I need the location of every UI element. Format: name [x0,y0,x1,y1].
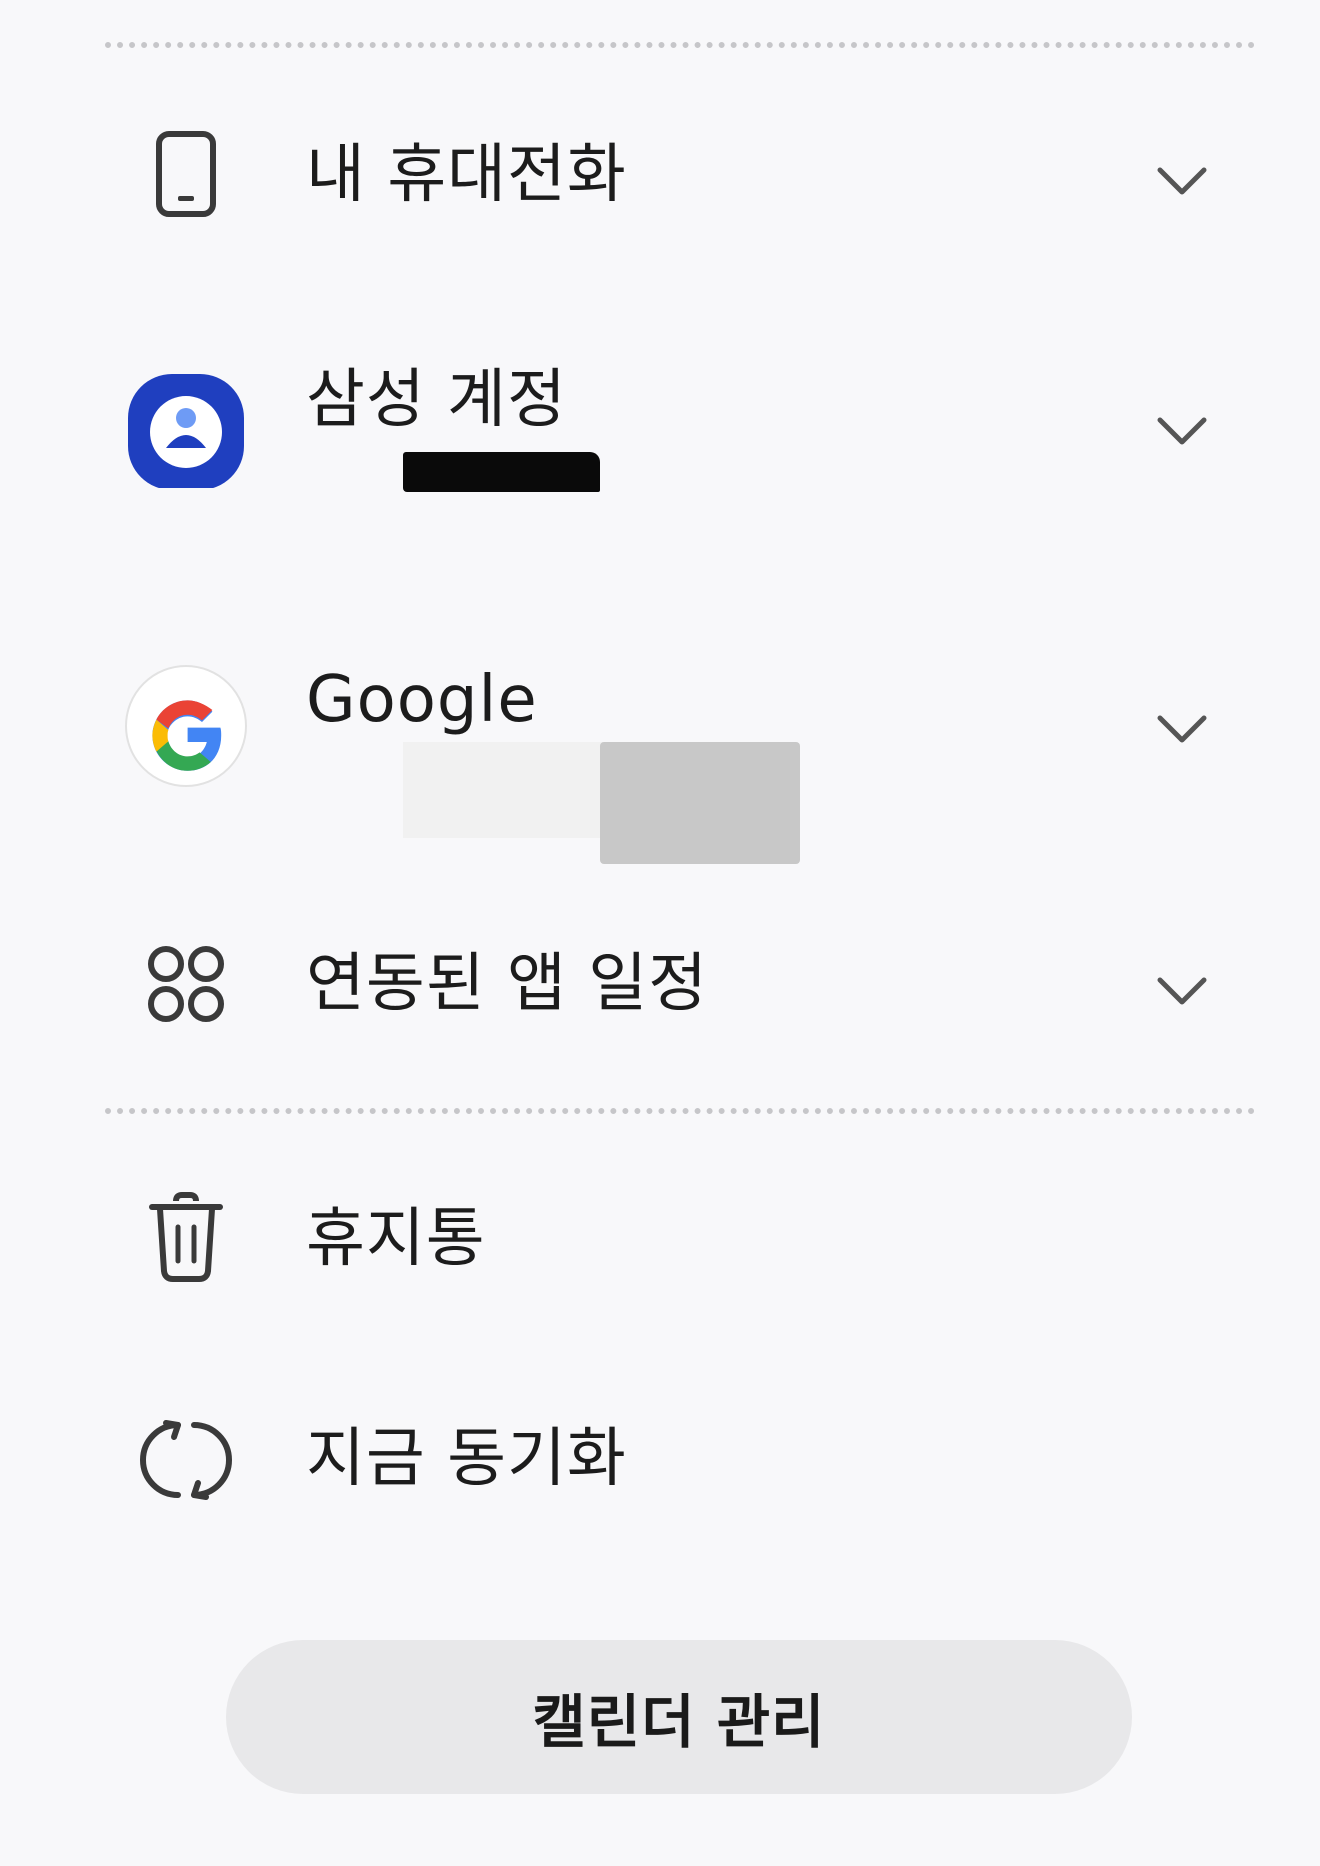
apps-icon [122,920,250,1048]
drawer-item-google[interactable]: Google [0,660,1320,880]
chevron-down-icon[interactable] [1150,958,1214,1022]
drawer-item-sync-now[interactable]: 지금 동기화 [0,1395,1320,1525]
drawer-item-samsung-account[interactable]: 삼성 계정 [0,360,1320,510]
chevron-down-icon[interactable] [1150,398,1214,462]
chevron-down-icon[interactable] [1150,148,1214,212]
google-icon [122,660,250,788]
chevron-down-icon[interactable] [1150,696,1214,760]
redacted-account-email [403,452,600,492]
drawer-item-trash[interactable]: 휴지통 [0,1175,1320,1305]
drawer-item-label: 지금 동기화 [306,1422,627,1496]
redacted-account-email [403,742,603,838]
trash-icon [122,1175,250,1303]
drawer-item-label: 내 휴대전화 [306,138,627,212]
phone-icon [122,110,250,238]
manage-calendars-button[interactable]: 캘린더 관리 [226,1640,1132,1794]
drawer-item-label: 삼성 계정 [306,363,567,437]
redacted-account-email-block [600,742,800,864]
drawer-item-label: 휴지통 [306,1202,486,1276]
drawer-item-linked-app-schedules[interactable]: 연동된 앱 일정 [0,920,1320,1050]
drawer-item-label: Google [306,663,538,737]
drawer-item-my-phone[interactable]: 내 휴대전화 [0,110,1320,240]
samsung-account-icon [122,360,250,488]
drawer-item-label: 연동된 앱 일정 [306,947,708,1021]
sync-icon [122,1395,250,1523]
section-divider [105,1108,1255,1114]
top-divider [105,42,1255,48]
